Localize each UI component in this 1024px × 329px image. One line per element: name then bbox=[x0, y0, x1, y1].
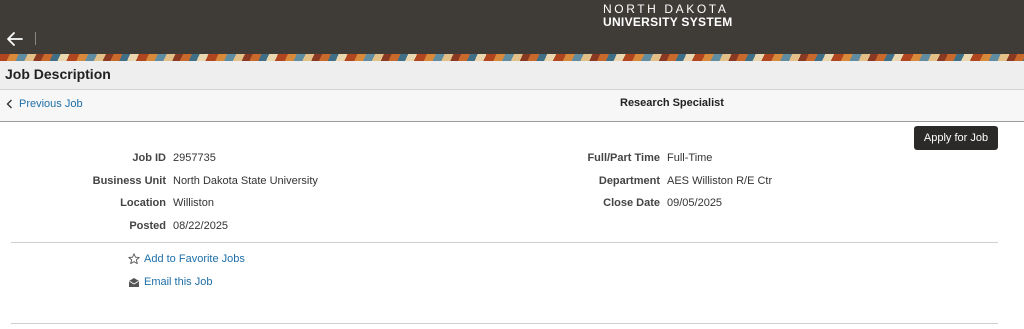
detail-label: Department bbox=[598, 175, 660, 187]
detail-label: Close Date bbox=[603, 197, 660, 209]
nav-divider bbox=[35, 32, 36, 45]
decorative-pattern-strip bbox=[0, 54, 1024, 61]
job-subheader: Previous Job Research Specialist bbox=[0, 90, 1024, 122]
detail-value: North Dakota State University bbox=[173, 175, 318, 187]
detail-label: Business Unit bbox=[92, 175, 166, 187]
detail-label: Job ID bbox=[132, 152, 166, 164]
logo-line-1: NORTH DAKOTA bbox=[603, 2, 729, 16]
envelope-icon bbox=[129, 277, 139, 287]
page-title: Job Description bbox=[5, 66, 111, 82]
title-bar: Job Description bbox=[0, 61, 1024, 90]
email-this-job-link[interactable]: Email this Job bbox=[128, 276, 212, 288]
top-banner: NORTH DAKOTA UNIVERSITY SYSTEM bbox=[0, 0, 1024, 54]
add-to-favorite-jobs-link[interactable]: Add to Favorite Jobs bbox=[128, 253, 245, 265]
previous-job-link[interactable]: Previous Job bbox=[6, 98, 83, 110]
detail-value: 08/22/2025 bbox=[173, 220, 229, 232]
chevron-left-icon bbox=[6, 99, 12, 109]
detail-label: Full/Part Time bbox=[587, 152, 660, 164]
section-divider bbox=[11, 242, 998, 243]
nd-university-system-logo: NORTH DAKOTA UNIVERSITY SYSTEM bbox=[603, 3, 733, 28]
detail-value: AES Williston R/E Ctr bbox=[667, 175, 773, 187]
previous-job-label: Previous Job bbox=[19, 98, 83, 110]
bottom-divider bbox=[11, 323, 998, 324]
arrow-left-icon bbox=[7, 32, 23, 46]
detail-value: Full-Time bbox=[667, 152, 713, 164]
detail-value: Williston bbox=[173, 197, 214, 209]
add-to-favorite-jobs-label: Add to Favorite Jobs bbox=[144, 253, 245, 265]
job-title: Research Specialist bbox=[620, 97, 724, 109]
email-this-job-label: Email this Job bbox=[144, 276, 213, 288]
apply-for-job-button[interactable]: Apply for Job bbox=[914, 126, 998, 150]
detail-value: 09/05/2025 bbox=[667, 197, 723, 209]
detail-label: Location bbox=[120, 197, 166, 209]
star-icon bbox=[128, 253, 140, 265]
logo-line-2: UNIVERSITY SYSTEM bbox=[603, 15, 733, 29]
back-button[interactable] bbox=[4, 30, 26, 48]
detail-label: Posted bbox=[129, 220, 166, 232]
detail-value: 2957735 bbox=[173, 152, 216, 164]
